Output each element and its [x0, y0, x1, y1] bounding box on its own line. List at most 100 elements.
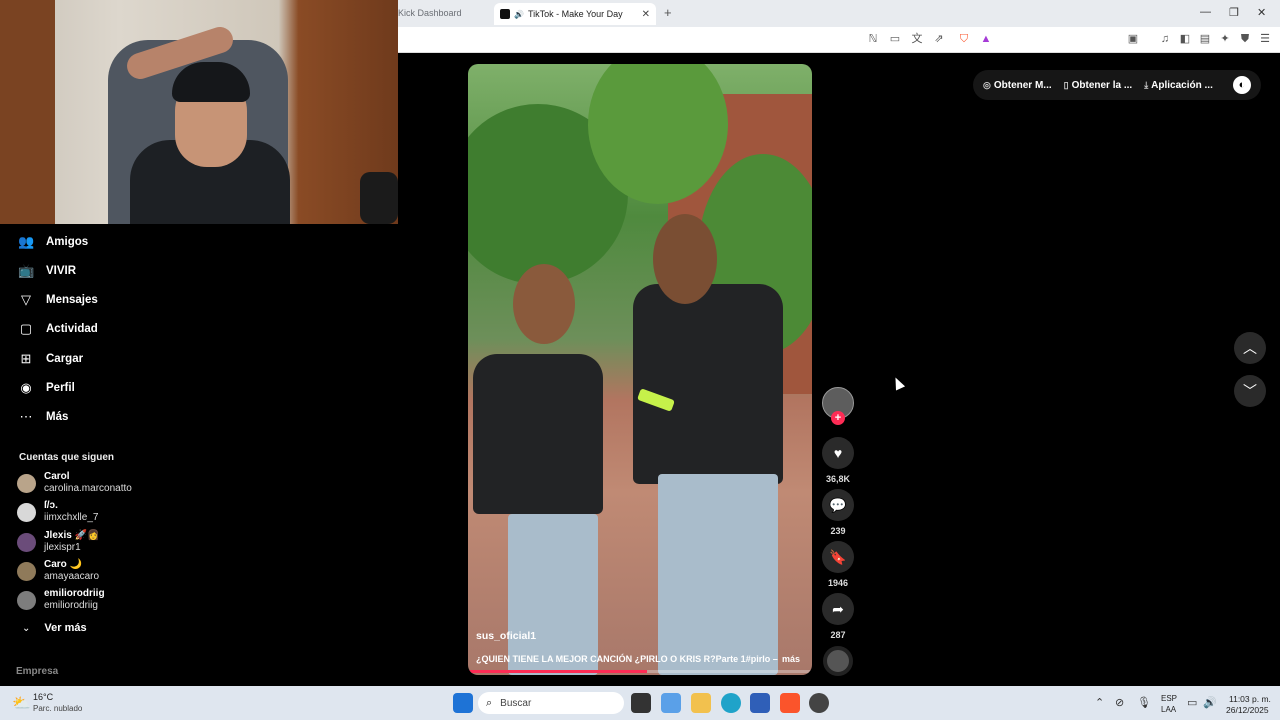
- sidebar-item-label: Cargar: [46, 353, 84, 365]
- avatar: [17, 502, 36, 522]
- mouse-cursor-icon: [890, 375, 906, 391]
- volume-icon[interactable]: 🔊: [1203, 696, 1217, 709]
- phone-icon: ▯: [1063, 79, 1069, 90]
- see-more-button[interactable]: ⌄ Ver más: [22, 622, 87, 634]
- store-icon[interactable]: [750, 693, 770, 713]
- sidebar-toggle-icon[interactable]: ◧: [1178, 32, 1192, 46]
- account-handle: jlexispr1: [44, 542, 81, 553]
- vpn-icon[interactable]: ⛊: [1238, 32, 1252, 46]
- tab-tiktok[interactable]: 🔊 TikTok - Make Your Day ✕: [494, 3, 656, 25]
- account-handle: carolina.marconatto: [44, 483, 132, 494]
- cast-icon[interactable]: ▭: [888, 32, 902, 46]
- more-icon: ⋯: [19, 409, 33, 424]
- get-app-button[interactable]: ▯ Obtener la ...: [1064, 80, 1133, 91]
- follow-plus-icon[interactable]: +: [831, 411, 845, 425]
- keyboard-layout[interactable]: LAA: [1161, 705, 1176, 714]
- bookmark-icon[interactable]: 🔖: [822, 541, 854, 573]
- video-username[interactable]: sus_oficial1: [476, 630, 536, 642]
- brave-icon[interactable]: [780, 693, 800, 713]
- chevron-up-icon[interactable]: ⌃: [1095, 696, 1104, 709]
- following-title: Cuentas que siguen: [19, 452, 115, 463]
- person-head: [513, 264, 575, 344]
- caption-more-link[interactable]: más: [782, 654, 800, 664]
- profile-icon: ◉: [20, 380, 32, 395]
- account-name: Caro 🌙: [44, 559, 83, 570]
- clock-time[interactable]: 11:03 p. m.: [1229, 694, 1271, 704]
- plus-icon[interactable]: +: [664, 5, 672, 20]
- profile-avatar-icon[interactable]: ◐: [1233, 76, 1251, 94]
- account-item[interactable]: Carol carolina.marconatto: [17, 471, 132, 495]
- no-tracking-icon[interactable]: ℕ: [866, 32, 880, 46]
- avatar: [17, 590, 36, 610]
- account-item[interactable]: Jlexis 🚀👩 jlexispr1: [17, 530, 99, 554]
- edge-icon[interactable]: [721, 693, 741, 713]
- get-coins-button[interactable]: ◎ Obtener M...: [983, 80, 1052, 91]
- share-arrow-icon[interactable]: ➦: [822, 593, 854, 625]
- like-count: 36,8K: [825, 474, 851, 484]
- desktop-app-button[interactable]: ⤓ Aplicación ...: [1144, 80, 1213, 91]
- share-count: 287: [830, 630, 846, 640]
- search-placeholder: Buscar: [500, 697, 532, 709]
- rewards-icon[interactable]: ▲: [979, 32, 993, 46]
- microphone-icon[interactable]: 🎙: [1137, 696, 1151, 709]
- company-link[interactable]: Empresa: [16, 666, 58, 677]
- speaker-icon[interactable]: 🔊: [514, 10, 524, 19]
- close-window-icon[interactable]: ✕: [1257, 6, 1266, 19]
- brave-shield-icon[interactable]: ⛉: [957, 32, 971, 46]
- avatar: [17, 473, 36, 493]
- account-item[interactable]: ſ/ↄ. iimxchxlle_7: [17, 500, 98, 524]
- person-shirt: [633, 284, 783, 484]
- desktop-app-label: Aplicación ...: [1151, 79, 1213, 91]
- share-icon[interactable]: ⇗: [932, 32, 946, 46]
- chevron-up-icon[interactable]: ︿: [1234, 332, 1266, 364]
- start-icon[interactable]: [453, 693, 473, 713]
- sidebar-item-upload[interactable]: ⊞ Cargar: [18, 348, 84, 370]
- copilot-icon[interactable]: [661, 693, 681, 713]
- tiktok-favicon-icon: [500, 9, 510, 19]
- weather-temp[interactable]: 16°C: [33, 692, 53, 702]
- sidebar-item-activity[interactable]: ▢ Actividad: [18, 318, 98, 340]
- music-icon[interactable]: ♫: [1158, 32, 1172, 46]
- sidebar-item-messages[interactable]: ▽ Mensajes: [18, 289, 98, 311]
- account-item[interactable]: Caro 🌙 amayaacaro: [17, 559, 99, 583]
- chevron-down-icon[interactable]: ﹀: [1234, 375, 1266, 407]
- comment-icon[interactable]: 💬: [822, 489, 854, 521]
- video-progress-bar[interactable]: [468, 670, 812, 673]
- display-icon[interactable]: ▭: [1187, 696, 1197, 709]
- music-disc-icon[interactable]: [823, 646, 853, 676]
- wallet2-icon[interactable]: ▤: [1198, 32, 1212, 46]
- sidebar-item-label: VIVIR: [46, 265, 77, 277]
- tab-kick-dashboard[interactable]: Kick Dashboard: [398, 8, 462, 18]
- app-icon[interactable]: [809, 693, 829, 713]
- search-icon: ⌕: [486, 696, 493, 709]
- network-off-icon[interactable]: ⊘: [1115, 696, 1124, 709]
- weather-desc[interactable]: Parc. nublado: [33, 704, 82, 713]
- account-item[interactable]: emiliorodriig emiliorodriig: [17, 588, 105, 612]
- get-coins-label: Obtener M...: [993, 79, 1052, 91]
- sidebar-item-profile[interactable]: ◉ Perfil: [18, 377, 74, 399]
- file-explorer-icon[interactable]: [691, 693, 711, 713]
- video-caption: ¿QUIEN TIENE LA MEJOR CANCIÓN ¿PIRLO O K…: [476, 654, 778, 664]
- account-name: Carol: [44, 471, 70, 482]
- clock-date[interactable]: 26/12/2025: [1226, 705, 1269, 715]
- account-handle: emiliorodriig: [44, 600, 98, 611]
- task-view-icon[interactable]: [631, 693, 651, 713]
- restore-icon[interactable]: ❐: [1229, 6, 1239, 19]
- person-head: [653, 214, 717, 304]
- wallet-icon[interactable]: ▣: [1126, 32, 1140, 46]
- close-tab-icon[interactable]: ✕: [642, 9, 650, 20]
- weather-icon[interactable]: ⛅: [12, 694, 31, 712]
- avatar: [17, 532, 36, 552]
- translate-icon[interactable]: 文: [910, 32, 924, 46]
- search-box[interactable]: ⌕ Buscar: [478, 692, 624, 714]
- heart-icon[interactable]: ♥: [822, 437, 854, 469]
- sidebar-item-friends[interactable]: 👥 Amigos: [18, 231, 88, 253]
- sidebar-item-more[interactable]: ⋯ Más: [18, 406, 69, 428]
- video-player[interactable]: sus_oficial1 ¿QUIEN TIENE LA MEJOR CANCI…: [468, 64, 812, 675]
- sidebar-item-live[interactable]: 📺 VIVIR: [18, 260, 76, 282]
- language-indicator[interactable]: ESP: [1161, 694, 1177, 703]
- menu-icon[interactable]: ☰: [1258, 32, 1272, 46]
- minimize-icon[interactable]: —: [1200, 6, 1211, 18]
- windows-taskbar: ⛅ 16°C Parc. nublado ⌕ Buscar ⌃ ⊘ 🎙 ESP …: [0, 686, 1280, 720]
- leo-ai-icon[interactable]: ✦: [1218, 32, 1232, 46]
